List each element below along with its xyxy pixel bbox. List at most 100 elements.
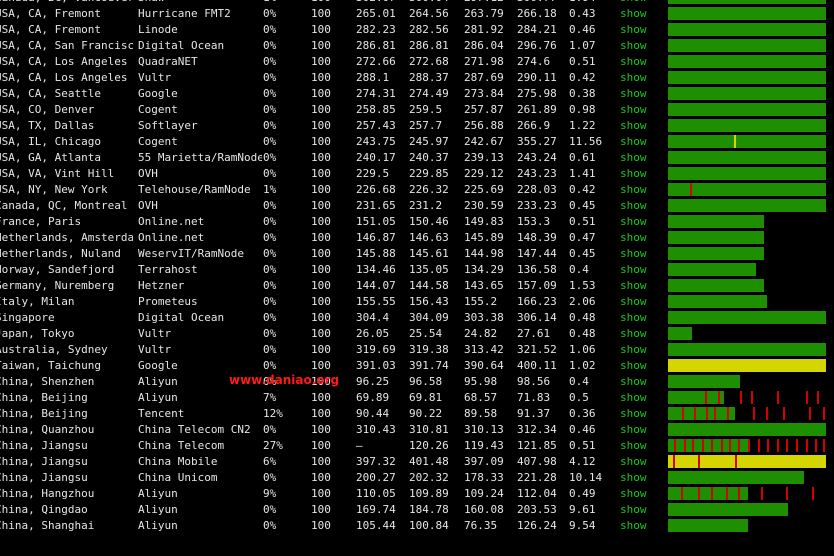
- location-cell: Australia, Sydney: [0, 343, 108, 356]
- worst-cell: 274.6: [517, 55, 551, 68]
- sent-cell: 100: [311, 327, 331, 340]
- table-row: Norway, Sandefjord Terrahost 0% 100 134.46 13…: [0, 262, 834, 278]
- location-cell: USA, CA, Seattle: [0, 87, 101, 100]
- latency-bar-fill: [668, 39, 827, 52]
- show-link[interactable]: show: [620, 310, 660, 326]
- show-link[interactable]: show: [620, 374, 660, 390]
- latency-bar: [668, 23, 828, 36]
- packet-loss-marker: [672, 455, 675, 468]
- show-link[interactable]: show: [620, 294, 660, 310]
- show-link[interactable]: show: [620, 198, 660, 214]
- stdev-cell: 0.42: [569, 71, 596, 84]
- show-link[interactable]: show: [620, 182, 660, 198]
- provider-cell: Prometeus: [138, 295, 198, 308]
- stdev-cell: 1.53: [569, 279, 596, 292]
- best-cell: 256.88: [464, 119, 504, 132]
- sent-cell: 100: [311, 199, 331, 212]
- show-link[interactable]: show: [620, 406, 660, 422]
- best-cell: 242.67: [464, 135, 504, 148]
- show-link[interactable]: show: [620, 438, 660, 454]
- show-link[interactable]: show: [620, 166, 660, 182]
- worst-cell: 243.23: [517, 167, 557, 180]
- table-row: China, Jiangsu China Unicom 0% 100 200.27 202…: [0, 470, 834, 486]
- show-link[interactable]: show: [620, 262, 660, 278]
- provider-cell: China Telecom CN2: [138, 423, 251, 436]
- show-link[interactable]: show: [620, 38, 660, 54]
- table-row: USA, CA, Fremont Linode 0% 100 282.23 282.56 2…: [0, 22, 834, 38]
- last-cell: 26.05: [356, 327, 390, 340]
- latency-bar: [668, 311, 828, 324]
- worst-cell: 203.53: [517, 503, 557, 516]
- latency-bar: [668, 279, 828, 292]
- worst-cell: 112.04: [517, 487, 557, 500]
- sent-cell: 100: [311, 39, 331, 52]
- location-cell: USA, CA, Los Angeles: [0, 71, 128, 84]
- latency-bar-fill: [668, 71, 827, 84]
- worst-cell: 266.18: [517, 7, 557, 20]
- latency-bar-fill: [668, 7, 827, 20]
- best-cell: 271.98: [464, 55, 504, 68]
- last-cell: 258.85: [356, 103, 396, 116]
- latency-bar-fill: [668, 87, 827, 100]
- average-cell: 231.2: [409, 199, 443, 212]
- sent-cell: 100: [311, 263, 331, 276]
- show-link[interactable]: show: [620, 342, 660, 358]
- provider-cell: Softlayer: [138, 119, 198, 132]
- average-cell: 90.22: [409, 407, 443, 420]
- show-link[interactable]: show: [620, 454, 660, 470]
- show-link[interactable]: show: [620, 118, 660, 134]
- average-cell: 96.58: [409, 375, 443, 388]
- packet-loss-marker: [757, 439, 760, 452]
- show-link[interactable]: show: [620, 422, 660, 438]
- show-link[interactable]: show: [620, 102, 660, 118]
- sent-cell: 100: [311, 359, 331, 372]
- sent-cell: 100: [311, 295, 331, 308]
- provider-cell: Aliyun: [138, 519, 178, 532]
- best-cell: 273.84: [464, 87, 504, 100]
- average-cell: 100.84: [409, 519, 449, 532]
- best-cell: 257.87: [464, 103, 504, 116]
- show-link[interactable]: show: [620, 214, 660, 230]
- show-link[interactable]: show: [620, 326, 660, 342]
- stdev-cell: 0.38: [569, 87, 596, 100]
- latency-bar: [668, 119, 828, 132]
- loss-cell: 0%: [263, 7, 277, 20]
- worst-cell: 261.89: [517, 103, 557, 116]
- sent-cell: 100: [311, 7, 331, 20]
- last-cell: 90.44: [356, 407, 390, 420]
- show-link[interactable]: show: [620, 390, 660, 406]
- loss-cell: 0%: [263, 151, 277, 164]
- worst-cell: 233.23: [517, 199, 557, 212]
- show-link[interactable]: show: [620, 54, 660, 70]
- show-link[interactable]: show: [620, 230, 660, 246]
- show-link[interactable]: show: [620, 22, 660, 38]
- show-link[interactable]: show: [620, 278, 660, 294]
- show-link[interactable]: show: [620, 486, 660, 502]
- latency-bar: [668, 151, 828, 164]
- show-link[interactable]: show: [620, 246, 660, 262]
- best-cell: 313.42: [464, 343, 504, 356]
- loss-cell: 0%: [263, 423, 277, 436]
- show-link[interactable]: show: [620, 6, 660, 22]
- latency-bar: [668, 71, 828, 84]
- location-cell: China, Jiangsu: [0, 455, 88, 468]
- packet-loss-marker: [776, 391, 779, 404]
- show-link[interactable]: show: [620, 518, 660, 534]
- show-link[interactable]: show: [620, 86, 660, 102]
- show-link[interactable]: show: [620, 150, 660, 166]
- show-link[interactable]: show: [620, 358, 660, 374]
- provider-cell: Hetzner: [138, 279, 185, 292]
- show-link[interactable]: show: [620, 502, 660, 518]
- stdev-cell: 1.06: [569, 343, 596, 356]
- show-link[interactable]: show: [620, 134, 660, 150]
- show-link[interactable]: show: [620, 70, 660, 86]
- last-cell: 397.32: [356, 455, 396, 468]
- latency-bar-fill: [668, 455, 827, 468]
- provider-cell: Telehouse/RamNode: [138, 183, 251, 196]
- worst-cell: 312.34: [517, 423, 557, 436]
- table-row: Canada, QC, Montreal OVH 0% 100 231.65 231.2 2…: [0, 198, 834, 214]
- stdev-cell: 9.61: [569, 503, 596, 516]
- show-link[interactable]: show: [620, 470, 660, 486]
- sent-cell: 100: [311, 311, 331, 324]
- provider-cell: OVH: [138, 199, 158, 212]
